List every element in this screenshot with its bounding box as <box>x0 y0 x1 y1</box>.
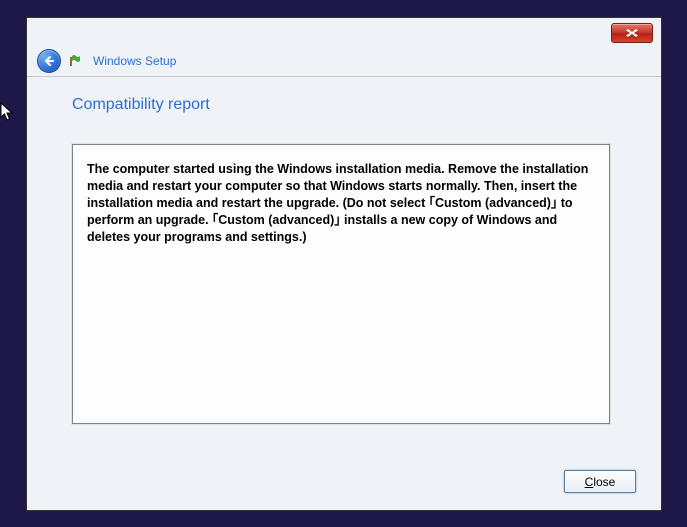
windows-flag-icon <box>69 53 85 69</box>
header-bar: Windows Setup <box>27 45 661 77</box>
setup-window: Windows Setup Compatibility report The c… <box>26 17 662 511</box>
back-arrow-icon <box>42 54 56 68</box>
window-close-button[interactable] <box>611 23 653 43</box>
close-button[interactable]: Close <box>564 470 636 493</box>
app-title: Windows Setup <box>93 54 176 68</box>
footer: Close <box>564 470 636 493</box>
content-area: Compatibility report The computer starte… <box>72 96 616 424</box>
mouse-cursor-icon <box>0 102 16 122</box>
compatibility-report-panel: The computer started using the Windows i… <box>72 144 610 424</box>
report-message: The computer started using the Windows i… <box>87 161 595 245</box>
back-button[interactable] <box>37 49 61 73</box>
close-icon <box>625 28 639 38</box>
page-title: Compatibility report <box>72 96 616 114</box>
